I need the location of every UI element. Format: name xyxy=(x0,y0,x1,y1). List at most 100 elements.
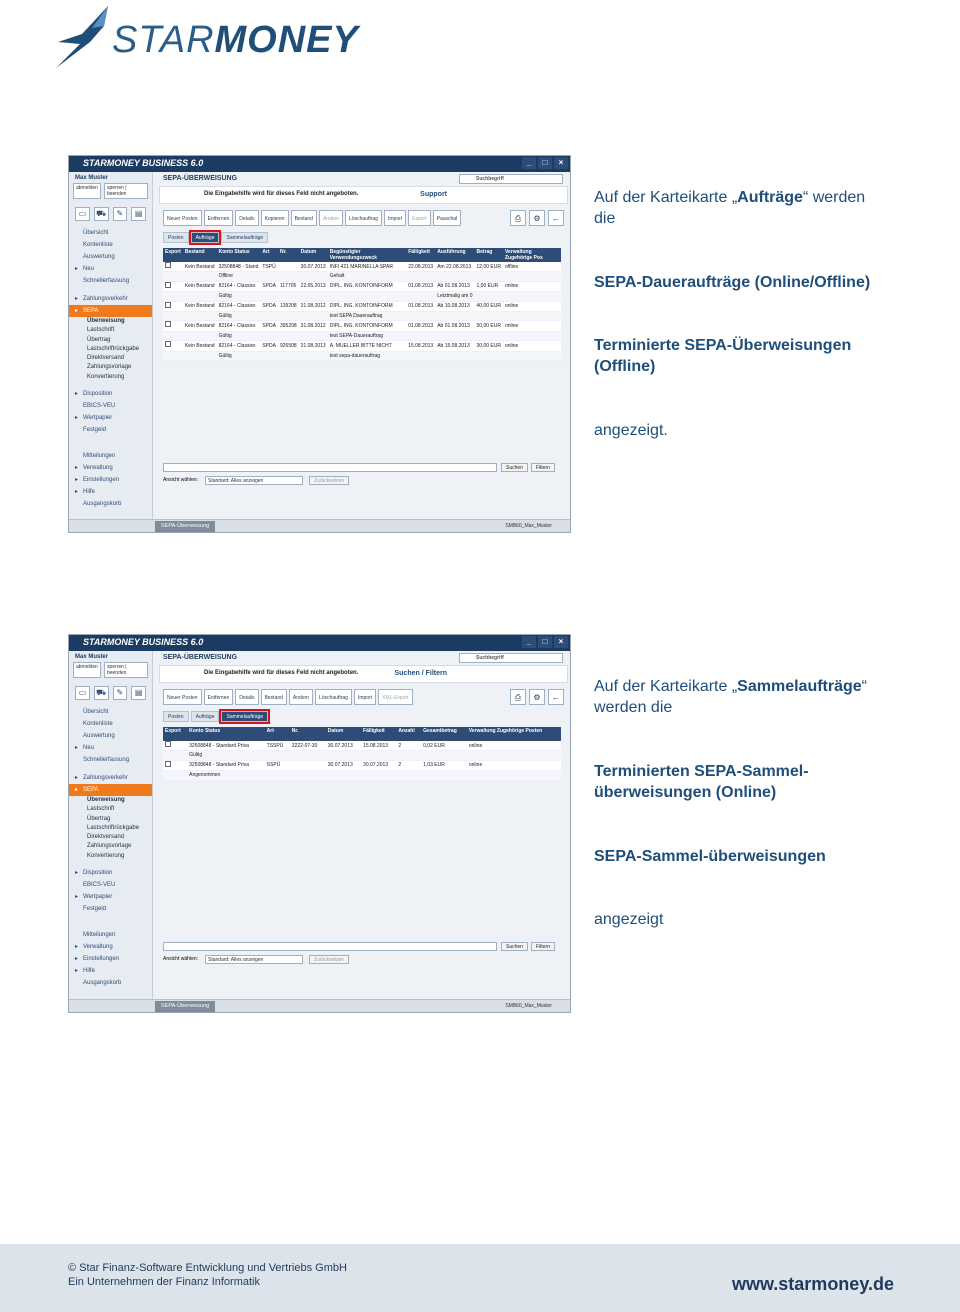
settings-icon[interactable]: ⚙ xyxy=(529,689,545,705)
table-row[interactable]: Kein Bestand 82164 - Classixx SPDA 395208 31… xyxy=(163,320,561,332)
tab-1[interactable]: Aufträge xyxy=(190,711,220,722)
nav-item[interactable]: Mitteilungen xyxy=(69,450,152,462)
column-header[interactable]: Export xyxy=(163,248,183,262)
tab-2[interactable]: Sammelaufträge xyxy=(221,232,269,243)
table-row[interactable]: Kein Bestand 82164 - Classixx SPDA 926508 31… xyxy=(163,340,561,352)
row-checkbox[interactable] xyxy=(165,341,171,348)
table-row[interactable]: Gültig test SEPA-Dauerauftrag xyxy=(163,331,561,342)
nav-item[interactable]: Einstellungen xyxy=(69,953,152,965)
nav-item[interactable]: Festgeld xyxy=(69,424,152,436)
tab-1[interactable]: Aufträge xyxy=(188,230,222,245)
help-link[interactable]: Support xyxy=(420,191,447,198)
toolbar-button[interactable]: Ändern xyxy=(318,210,344,226)
nav-item[interactable]: Überweisung xyxy=(69,317,152,326)
search-input[interactable]: Suchbegriff xyxy=(459,174,563,184)
nav-item[interactable]: Hilfe xyxy=(69,965,152,977)
table-row[interactable]: Gültig Letztmalig am 0 xyxy=(163,291,561,302)
user-action-button[interactable]: abmelden xyxy=(73,662,101,678)
nav-item[interactable]: Zahlungsvorlage xyxy=(69,842,152,851)
toolbar-button[interactable]: Neuer Posten xyxy=(163,689,202,705)
nav-item[interactable]: Lastschrift xyxy=(69,326,152,335)
back-icon[interactable]: ← xyxy=(548,689,564,705)
nav-item[interactable]: Direktversand xyxy=(69,833,152,842)
nav-item[interactable]: Disposition xyxy=(69,867,152,879)
nav-item[interactable]: Disposition xyxy=(69,388,152,400)
filter-button[interactable]: Filtern xyxy=(531,942,555,951)
toolbar-button[interactable]: XML-Export xyxy=(378,689,413,705)
nav-item[interactable]: Schnellerfassung xyxy=(69,275,152,287)
edit-icon[interactable]: ✎ xyxy=(112,686,128,700)
reset-button[interactable]: Zurücksetzen xyxy=(309,955,350,964)
toolbar-button[interactable]: Löschauftrag xyxy=(345,210,382,226)
filter-button[interactable]: Filtern xyxy=(531,463,555,472)
nav-item[interactable]: Übertrag xyxy=(69,336,152,345)
document-tab[interactable]: SEPA-Überweisung xyxy=(155,1001,216,1012)
minimize-button[interactable]: _ xyxy=(522,157,536,169)
nav-item[interactable]: Konvertierung xyxy=(69,852,152,861)
toolbar-button[interactable]: Details xyxy=(235,689,259,705)
toolbar-button[interactable]: Kopieren xyxy=(260,210,289,226)
table-row[interactable]: Gültig xyxy=(163,750,561,761)
nav-item[interactable]: EBICS-VEU xyxy=(69,879,152,891)
search-input[interactable]: Suchbegriff xyxy=(459,653,563,663)
settings-icon[interactable]: ⚙ xyxy=(529,210,545,226)
user-action-button[interactable]: sperren | beenden xyxy=(103,183,148,199)
table-row[interactable]: 32508848 - Standard Priva TSSPÜ 3222-07-30… xyxy=(163,741,561,752)
toolbar-button[interactable]: Entfernen xyxy=(203,689,234,705)
row-checkbox[interactable] xyxy=(165,321,171,328)
nav-item[interactable]: Lastschriftrückgabe xyxy=(69,824,152,833)
toolbar-button[interactable]: Details xyxy=(235,210,259,226)
row-checkbox[interactable] xyxy=(165,262,171,268)
card-icon[interactable]: ▭ xyxy=(75,686,90,700)
nav-item[interactable]: Verwaltung xyxy=(69,941,152,953)
toolbar-button[interactable]: Ändern xyxy=(288,689,314,705)
row-checkbox[interactable] xyxy=(165,760,171,767)
column-header[interactable]: Begünstigter Verwendungszweck xyxy=(327,248,407,262)
nav-item[interactable]: Kontenliste xyxy=(69,239,152,251)
nav-item[interactable]: Ausgangskorb xyxy=(69,977,152,989)
nav-item[interactable]: Auswertung xyxy=(69,251,152,263)
print-icon[interactable]: ⎙ xyxy=(510,689,526,705)
column-header[interactable]: Bestand xyxy=(182,248,217,262)
nav-item[interactable]: SEPA xyxy=(69,784,152,796)
table-row[interactable]: Gültig test sepa-dauerauftrag xyxy=(163,351,561,362)
transfer-icon[interactable]: ⛟ xyxy=(93,207,109,221)
tab-0[interactable]: Posten xyxy=(163,711,189,722)
column-header[interactable]: Verwaltung Zugehörige Pos xyxy=(502,248,561,262)
nav-item[interactable]: Zahlungsverkehr xyxy=(69,293,152,305)
minimize-button[interactable]: _ xyxy=(522,636,536,648)
table-row[interactable]: 32508848 - Standard Priva SSPÜ 30.07.2013 3… xyxy=(163,760,561,772)
nav-item[interactable]: Schnellerfassung xyxy=(69,754,152,766)
nav-item[interactable]: Neu xyxy=(69,742,152,754)
nav-item[interactable]: Festgeld xyxy=(69,903,152,915)
column-header[interactable]: Gesamtbetrag xyxy=(421,727,467,741)
view-select[interactable]: Standard: Alles anzeigen xyxy=(205,955,303,964)
list-icon[interactable]: ▤ xyxy=(131,686,146,700)
toolbar-button[interactable]: Export xyxy=(408,210,431,226)
nav-item[interactable]: Übersicht xyxy=(69,706,152,718)
column-header[interactable]: Datum xyxy=(298,248,328,262)
column-header[interactable]: Konto Status xyxy=(187,727,265,741)
nav-item[interactable]: Übersicht xyxy=(69,227,152,239)
row-checkbox[interactable] xyxy=(165,281,171,288)
column-header[interactable]: Verwaltung Zugehörige Posten xyxy=(466,727,561,741)
nav-item[interactable]: Auswertung xyxy=(69,730,152,742)
filter-input[interactable] xyxy=(163,942,497,951)
column-header[interactable]: Fälligkeit xyxy=(406,248,436,262)
reset-button[interactable]: Zurücksetzen xyxy=(309,476,350,485)
print-icon[interactable]: ⎙ xyxy=(510,210,526,226)
list-icon[interactable]: ▤ xyxy=(131,207,146,221)
table-row[interactable]: Gültig test SEPA Dauerauftrag xyxy=(163,311,561,322)
column-header[interactable]: Nr. xyxy=(277,248,299,262)
user-action-button[interactable]: sperren | beenden xyxy=(103,662,148,678)
table-row[interactable]: Kein Bestand 32508848 - Stand TSPÜ 30.07.20… xyxy=(163,262,561,273)
toolbar-button[interactable]: Bestand xyxy=(260,689,287,705)
transfer-icon[interactable]: ⛟ xyxy=(93,686,109,700)
nav-item[interactable]: Wertpapier xyxy=(69,412,152,424)
column-header[interactable]: Art xyxy=(260,248,278,262)
nav-item[interactable]: SEPA xyxy=(69,305,152,317)
column-header[interactable]: Art xyxy=(264,727,290,741)
nav-item[interactable]: Zahlungsvorlage xyxy=(69,363,152,372)
toolbar-button[interactable]: Entfernen xyxy=(203,210,234,226)
column-header[interactable]: Fälligkeit xyxy=(361,727,397,741)
